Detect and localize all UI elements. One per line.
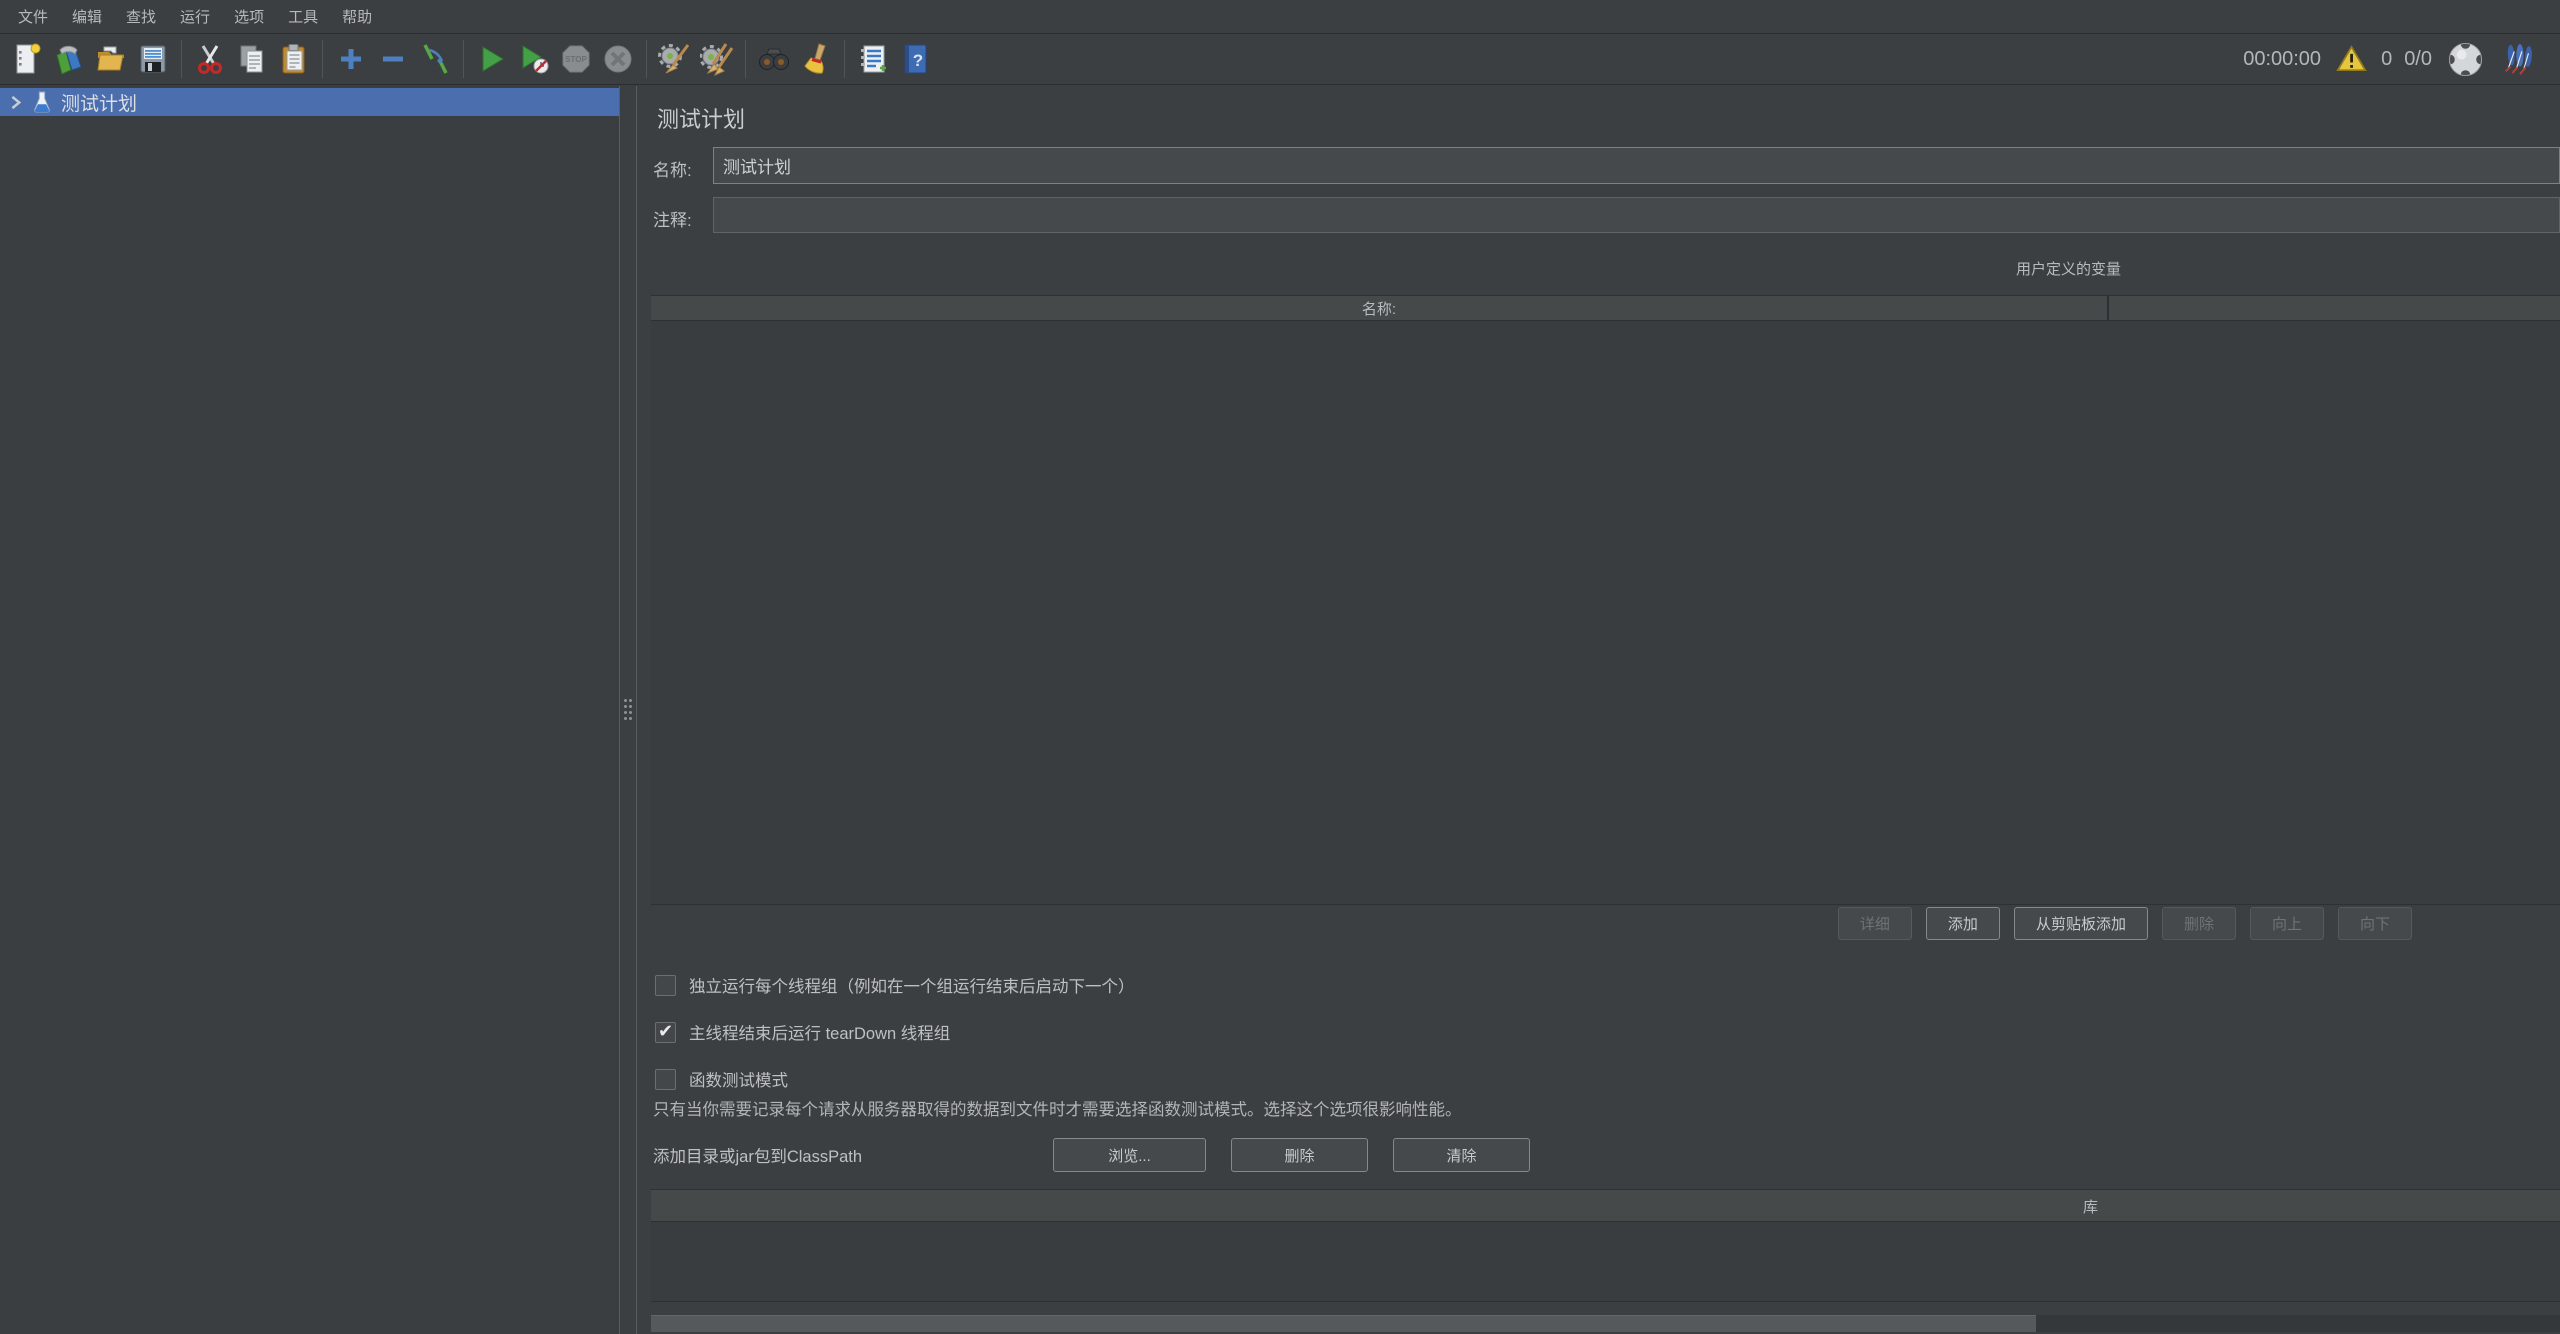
horizontal-scrollbar[interactable] bbox=[651, 1315, 2560, 1332]
variables-table-body[interactable] bbox=[651, 321, 2560, 905]
cut-icon[interactable] bbox=[191, 39, 229, 79]
run-indicator-icon bbox=[2446, 39, 2484, 79]
library-table-header bbox=[651, 1189, 2560, 1222]
paste-icon[interactable] bbox=[275, 39, 313, 79]
elapsed-timer: 00:00:00 bbox=[2243, 48, 2321, 71]
checkbox-icon[interactable] bbox=[655, 1069, 676, 1090]
tree-node-label: 测试计划 bbox=[61, 89, 137, 116]
classpath-delete-button[interactable]: 删除 bbox=[1231, 1138, 1368, 1172]
warning-count: 0 bbox=[2381, 48, 2392, 71]
search-reset-icon[interactable] bbox=[797, 39, 835, 79]
functional-test-mode-checkbox[interactable]: 函数测试模式 bbox=[655, 1065, 788, 1093]
name-input[interactable] bbox=[713, 147, 2560, 184]
menu-bar: 文件 编辑 查找 运行 选项 工具 帮助 bbox=[0, 0, 2560, 34]
up-button[interactable]: 向上 bbox=[2250, 907, 2324, 940]
variables-table-header: 名称: bbox=[651, 295, 2560, 321]
open-icon[interactable] bbox=[92, 39, 130, 79]
help-icon[interactable]: ? bbox=[896, 39, 934, 79]
toolbar-separator bbox=[322, 40, 323, 78]
test-plan-tree: 测试计划 bbox=[0, 86, 620, 1334]
test-plan-flask-icon bbox=[32, 90, 52, 114]
run-teardown-checkbox[interactable]: 主线程结束后运行 tearDown 线程组 bbox=[655, 1018, 950, 1046]
menu-options[interactable]: 选项 bbox=[222, 6, 276, 27]
run-threadgroups-consecutively-checkbox[interactable]: 独立运行每个线程组（例如在一个组运行结束后启动下一个） bbox=[655, 971, 1135, 999]
panel-splitter[interactable] bbox=[621, 86, 636, 1334]
checkbox-icon[interactable] bbox=[655, 975, 676, 996]
new-file-icon[interactable] bbox=[8, 39, 46, 79]
toolbar-separator bbox=[181, 40, 182, 78]
down-button[interactable]: 向下 bbox=[2338, 907, 2412, 940]
chevron-expand-icon[interactable] bbox=[8, 95, 23, 110]
variables-column-name[interactable]: 名称: bbox=[651, 296, 2109, 320]
comment-input[interactable] bbox=[713, 197, 2560, 233]
save-icon[interactable] bbox=[134, 39, 172, 79]
menu-edit[interactable]: 编辑 bbox=[60, 6, 114, 27]
splitter-grip-icon[interactable] bbox=[624, 696, 632, 723]
test-plan-editor: 测试计划 名称: 注释: 用户定义的变量 名称: 详细 添加 从剪贴板添加 删除… bbox=[636, 86, 2560, 1334]
menu-tools[interactable]: 工具 bbox=[276, 6, 330, 27]
variables-buttons: 详细 添加 从剪贴板添加 删除 向上 向下 bbox=[1838, 907, 2412, 940]
templates-icon[interactable] bbox=[50, 39, 88, 79]
start-no-timers-icon[interactable] bbox=[515, 39, 553, 79]
checkbox-label: 主线程结束后运行 tearDown 线程组 bbox=[689, 1020, 950, 1044]
add-button[interactable]: 添加 bbox=[1926, 907, 2000, 940]
svg-text:STOP: STOP bbox=[565, 55, 587, 64]
stop-icon: STOP bbox=[557, 39, 595, 79]
toolbar-separator bbox=[463, 40, 464, 78]
classpath-label: 添加目录或jar包到ClassPath bbox=[653, 1143, 1053, 1167]
collapse-all-icon[interactable] bbox=[374, 39, 412, 79]
checkbox-label: 独立运行每个线程组（例如在一个组运行结束后启动下一个） bbox=[689, 973, 1135, 997]
toggle-icon[interactable] bbox=[416, 39, 454, 79]
menu-file[interactable]: 文件 bbox=[6, 6, 60, 27]
toolbar-separator bbox=[745, 40, 746, 78]
functional-mode-note: 只有当你需要记录每个请求从服务器取得的数据到文件时才需要选择函数测试模式。选择这… bbox=[653, 1096, 1462, 1120]
thread-count: 0/0 bbox=[2404, 48, 2432, 71]
toolbar-separator bbox=[844, 40, 845, 78]
menu-search[interactable]: 查找 bbox=[114, 6, 168, 27]
variables-column-value[interactable] bbox=[2109, 296, 2560, 320]
search-icon[interactable] bbox=[755, 39, 793, 79]
browse-button[interactable]: 浏览... bbox=[1053, 1138, 1206, 1172]
classpath-clear-button[interactable]: 清除 bbox=[1393, 1138, 1530, 1172]
shutdown-icon bbox=[599, 39, 637, 79]
clear-all-icon[interactable] bbox=[698, 39, 736, 79]
delete-button[interactable]: 删除 bbox=[2162, 907, 2236, 940]
copy-icon[interactable] bbox=[233, 39, 271, 79]
function-helper-icon[interactable] bbox=[854, 39, 892, 79]
toolbar: STOP ? 00:00:00 0 0/0 bbox=[0, 34, 2560, 85]
name-label: 名称: bbox=[653, 156, 692, 181]
scrollbar-thumb[interactable] bbox=[651, 1315, 2036, 1332]
variables-section-title: 用户定义的变量 bbox=[2016, 258, 2121, 279]
library-title: 库 bbox=[2083, 1196, 2098, 1217]
comment-label: 注释: bbox=[653, 206, 692, 231]
library-table-body[interactable] bbox=[651, 1222, 2560, 1302]
svg-text:?: ? bbox=[913, 51, 923, 70]
expand-all-icon[interactable] bbox=[332, 39, 370, 79]
toolbar-status-area: 00:00:00 0 0/0 bbox=[2243, 39, 2554, 79]
detail-button[interactable]: 详细 bbox=[1838, 907, 1912, 940]
tree-node-test-plan[interactable]: 测试计划 bbox=[0, 88, 619, 116]
checkbox-label: 函数测试模式 bbox=[689, 1067, 788, 1091]
toolbar-separator bbox=[646, 40, 647, 78]
page-title: 测试计划 bbox=[657, 102, 745, 134]
add-from-clipboard-button[interactable]: 从剪贴板添加 bbox=[2014, 907, 2148, 940]
checkbox-icon[interactable] bbox=[655, 1022, 676, 1043]
menu-run[interactable]: 运行 bbox=[168, 6, 222, 27]
clear-icon[interactable] bbox=[656, 39, 694, 79]
jmeter-feather-logo bbox=[2500, 39, 2538, 79]
classpath-row: 添加目录或jar包到ClassPath 浏览... 删除 清除 bbox=[653, 1137, 1555, 1173]
start-icon[interactable] bbox=[473, 39, 511, 79]
menu-help[interactable]: 帮助 bbox=[330, 6, 384, 27]
warning-icon[interactable] bbox=[2335, 39, 2367, 79]
